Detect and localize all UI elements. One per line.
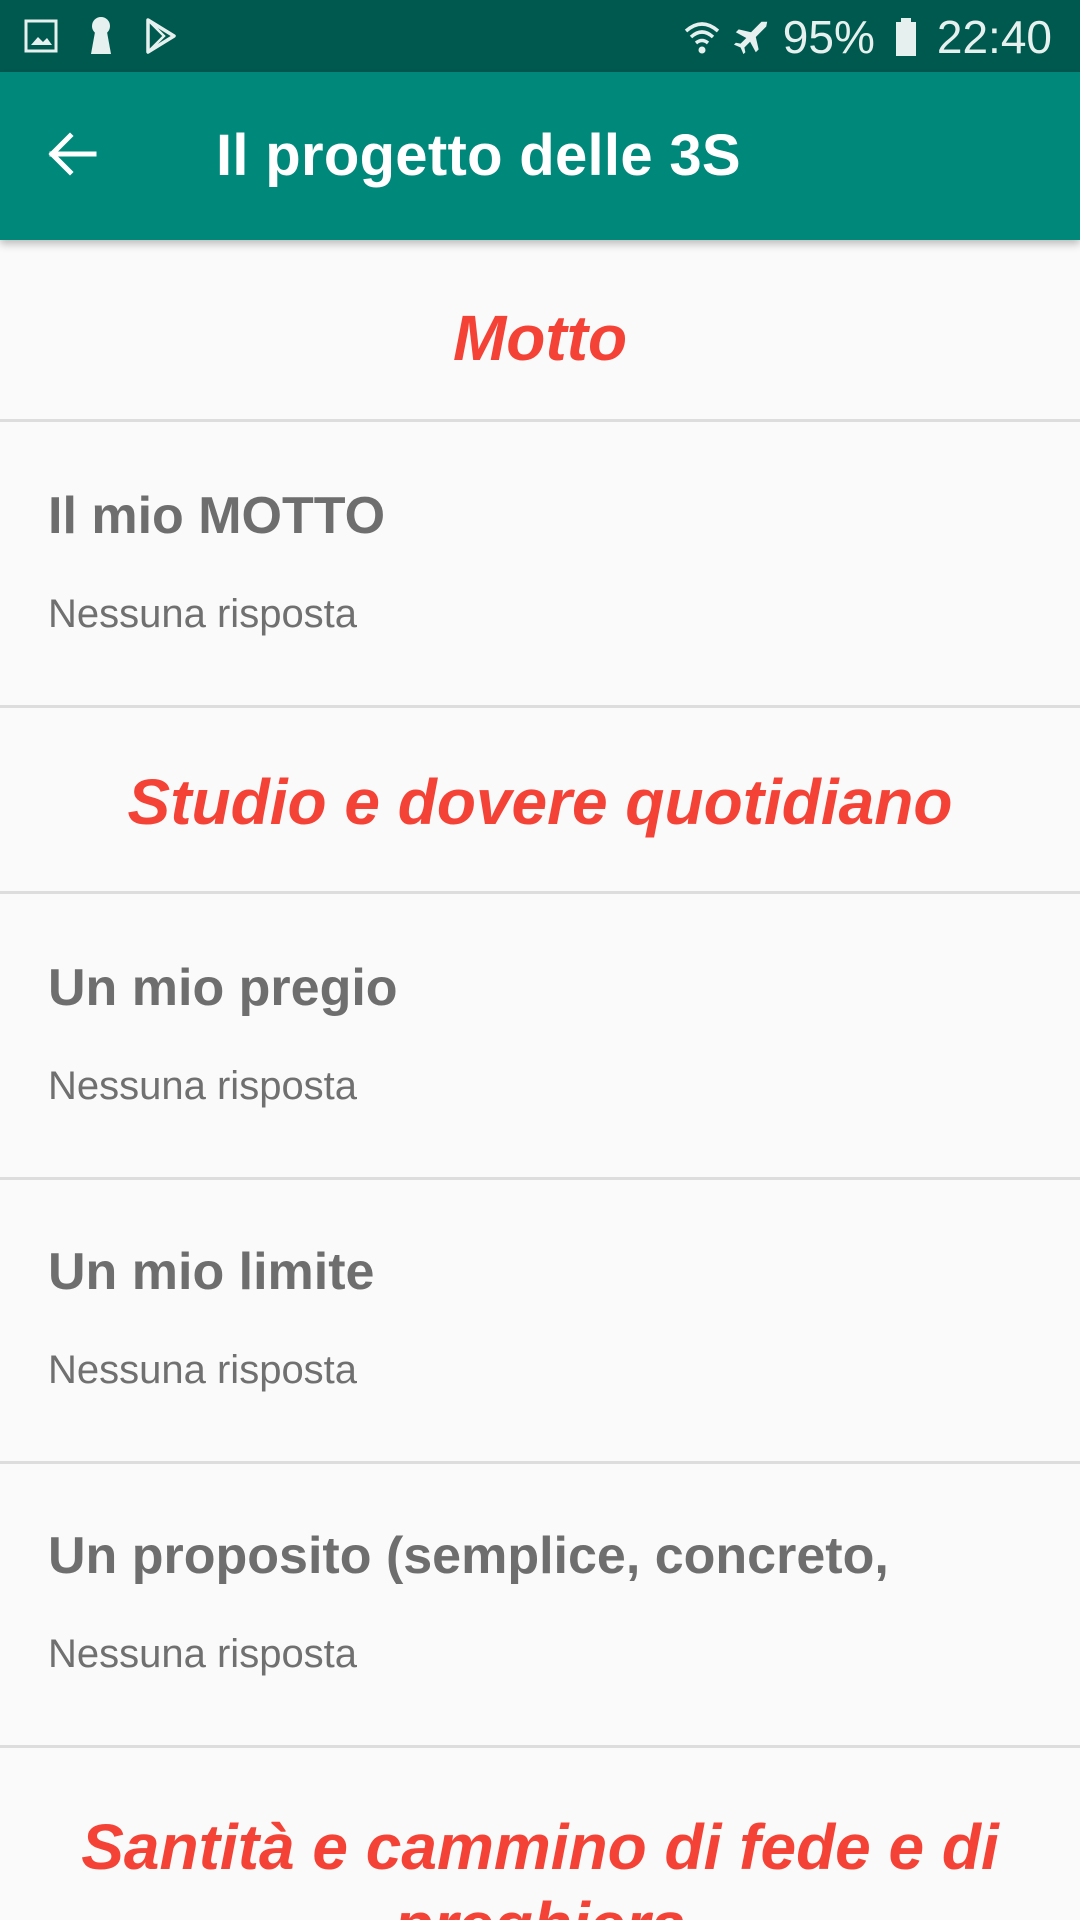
section-header-santita: Santità e cammino di fede e di preghiera — [81, 1811, 999, 1920]
wifi-icon — [683, 15, 721, 59]
item-summary: Nessuna risposta — [48, 1632, 358, 1676]
battery-icon — [887, 15, 925, 59]
status-bar: 95% 22:40 — [0, 0, 1080, 72]
gallery-icon — [22, 14, 60, 58]
airplane-icon — [733, 15, 771, 59]
item-title: Un mio pregio — [48, 959, 398, 1017]
keyhole-icon — [82, 14, 120, 58]
item-summary: Nessuna risposta — [48, 1348, 358, 1392]
play-store-icon — [142, 14, 180, 58]
item-title: Il mio MOTTO — [48, 487, 386, 545]
item-title: Un proposito (semplice, concreto, — [48, 1527, 889, 1585]
section-header-studio: Studio e dovere quotidiano — [0, 708, 1080, 894]
list-item-motto[interactable]: Il mio MOTTO Nessuna risposta — [0, 422, 1080, 708]
app-bar: Il progetto delle 3S — [0, 72, 1080, 240]
battery-percent: 95% — [782, 11, 875, 63]
list-item-limite[interactable]: Un mio limite Nessuna risposta — [0, 1180, 1080, 1464]
item-title: Un mio limite — [48, 1243, 375, 1301]
item-summary: Nessuna risposta — [48, 592, 358, 636]
item-summary: Nessuna risposta — [48, 1064, 358, 1108]
preferences-list: Motto Il mio MOTTO Nessuna risposta Stud… — [0, 240, 1080, 1920]
section-header-motto: Motto — [0, 240, 1080, 422]
page-title: Il progetto delle 3S — [216, 123, 741, 188]
back-button[interactable] — [40, 124, 104, 188]
arrow-left-icon — [46, 128, 98, 185]
list-item-pregio[interactable]: Un mio pregio Nessuna risposta — [0, 894, 1080, 1180]
list-item-proposito[interactable]: Un proposito (semplice, concreto, Nessun… — [0, 1464, 1080, 1748]
clock: 22:40 — [936, 11, 1052, 63]
